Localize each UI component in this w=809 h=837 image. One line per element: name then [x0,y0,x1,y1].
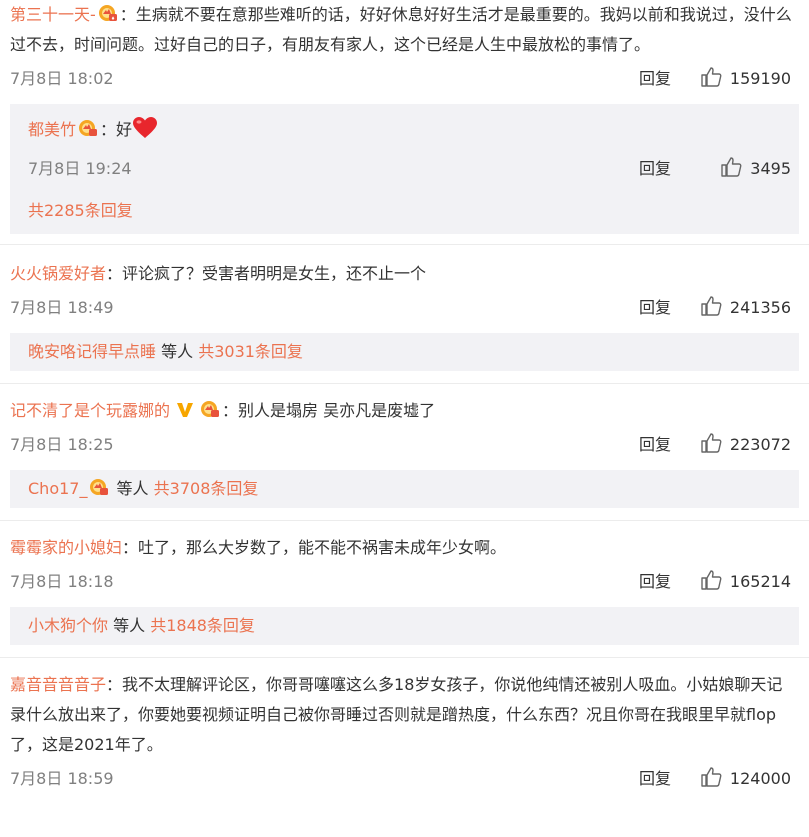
comment-text-block: 记不清了是个玩露娜的 ：别人是塌房 吴亦凡是废墟了 [10,384,795,426]
more-replies-link[interactable]: 共2285条回复 [28,188,799,234]
reply-summary[interactable]: Cho17_ 等人 共3708条回复 [10,470,799,508]
comment-body: 吐了，那么大岁数了，能不能不祸害未成年少女啊。 [138,538,507,557]
like-button[interactable]: 159190 [700,60,791,98]
sub-comment-body: 好 [116,120,133,139]
comment-text-block: 第三十一天- ♦ ：生病就不要在意那些难听的话，好好休息好好生活才是最重要的。我妈以… [10,0,795,60]
comment-item: 嘉音音音音子：我不太理解评论区，你哥哥噻噻这么多18岁女孩子，你说他纯情还被别人… [0,658,809,798]
thumbs-up-icon [700,764,722,787]
comment-meta: 7月8日 18:18 回复 165214 [10,563,809,601]
comment-meta: 7月8日 18:59 回复 124000 [10,760,809,798]
summary-count[interactable]: 共3708条回复 [154,479,259,498]
comment-timestamp: 7月8日 18:18 [10,572,114,591]
thumbs-up-icon [700,64,722,87]
v-verified-icon [176,399,194,417]
comment-separator: ： [106,264,123,283]
comment-text-block: 嘉音音音音子：我不太理解评论区，你哥哥噻噻这么多18岁女孩子，你说他纯情还被别人… [10,658,795,760]
comment-separator: ： [122,538,139,557]
like-count: 159190 [729,69,791,88]
like-count: 223072 [729,435,791,454]
comment-timestamp: 7月8日 18:02 [10,69,114,88]
reply-button[interactable]: 回复 [639,760,671,798]
sub-like-count: 3495 [750,159,791,178]
comment-body: 评论疯了？受害者明明是女生，还不止一个 [122,264,427,283]
comment-separator: ： [106,675,123,694]
sub-comment-meta: 7月8日 19:24 回复 3495 [28,150,799,188]
fan-badge-icon [199,399,221,419]
like-count: 165214 [729,572,791,591]
comment-meta: 7月8日 18:49 回复 241356 [10,289,809,327]
thumbs-up-icon [700,430,722,453]
comment-item: 火火锅爱好者：评论疯了？受害者明明是女生，还不止一个 7月8日 18:49 回复… [0,245,809,384]
comment-username[interactable]: 第三十一天- [10,5,96,24]
sub-comment-text: 都美竹 ：好 [28,104,799,150]
summary-username[interactable]: Cho17_ [28,479,87,498]
comment-timestamp: 7月8日 18:49 [10,298,114,317]
like-button[interactable]: 124000 [700,760,791,798]
comment-username[interactable]: 记不清了是个玩露娜的 [10,401,170,420]
summary-mid: 等人 [111,479,154,498]
comment-meta: 7月8日 18:02 回复 159190 [10,60,809,98]
like-button[interactable]: 223072 [700,426,791,464]
reply-button[interactable]: 回复 [639,289,671,327]
comment-username[interactable]: 嘉音音音音子 [10,675,106,694]
reply-button[interactable]: 回复 [639,563,671,601]
comment-item: 记不清了是个玩露娜的 ：别人是塌房 吴亦凡是废墟了 7月8日 18:25 回复 2… [0,384,809,521]
comment-text-block: 火火锅爱好者：评论疯了？受害者明明是女生，还不止一个 [10,245,795,289]
thumbs-up-icon [700,293,722,316]
comment-text-block: 霉霉家的小媳妇：吐了，那么大岁数了，能不能不祸害未成年少女啊。 [10,521,795,563]
svg-text:♦: ♦ [111,16,114,22]
reply-summary[interactable]: 小木狗个你 等人 共1848条回复 [10,607,799,645]
summary-mid: 等人 [108,616,151,635]
comment-item: 第三十一天- ♦ ：生病就不要在意那些难听的话，好好休息好好生活才是最重要的。我妈以… [0,0,809,245]
summary-count[interactable]: 共1848条回复 [150,616,255,635]
summary-username[interactable]: 晚安咯记得早点睡 [28,342,156,361]
like-count: 241356 [729,298,791,317]
comment-item: 霉霉家的小媳妇：吐了，那么大岁数了，能不能不祸害未成年少女啊。 7月8日 18:… [0,521,809,658]
comment-timestamp: 7月8日 18:25 [10,435,114,454]
sub-comment-username[interactable]: 都美竹 [28,120,76,139]
fan-badge-icon [77,113,99,136]
summary-username[interactable]: 小木狗个你 [28,616,108,635]
red-heart-emoji [132,115,158,139]
sub-like-button[interactable]: 3495 [720,150,791,188]
comment-timestamp: 7月8日 18:59 [10,769,114,788]
comment-separator: ： [222,401,239,420]
comment-username[interactable]: 火火锅爱好者 [10,264,106,283]
sub-comment-separator: ： [100,120,117,139]
fan-badge-icon: ♦ [97,3,119,23]
summary-mid: 等人 [156,342,199,361]
sub-comment-timestamp: 7月8日 19:24 [28,159,132,178]
comment-body: 我不太理解评论区，你哥哥噻噻这么多18岁女孩子，你说他纯情还被别人吸血。小姑娘聊… [10,675,783,754]
thumbs-up-icon [720,154,742,177]
like-button[interactable]: 241356 [700,289,791,327]
sub-reply-button[interactable]: 回复 [639,150,671,188]
comment-meta: 7月8日 18:25 回复 223072 [10,426,809,464]
summary-count[interactable]: 共3031条回复 [198,342,303,361]
reply-summary[interactable]: 晚安咯记得早点睡 等人 共3031条回复 [10,333,799,371]
like-count: 124000 [729,769,791,788]
reply-button[interactable]: 回复 [639,60,671,98]
like-button[interactable]: 165214 [700,563,791,601]
comment-username[interactable]: 霉霉家的小媳妇 [10,538,122,557]
thumbs-up-icon [700,567,722,590]
comment-body: 别人是塌房 吴亦凡是废墟了 [238,401,436,420]
comment-feed: 第三十一天- ♦ ：生病就不要在意那些难听的话，好好休息好好生活才是最重要的。我妈以… [0,0,809,798]
comment-separator: ： [119,5,136,24]
fan-badge-icon [88,473,110,495]
sub-comment-box: 都美竹 ：好 7月8日 19:24 回复 3495 共2285条回复 [10,104,799,234]
reply-button[interactable]: 回复 [639,426,671,464]
